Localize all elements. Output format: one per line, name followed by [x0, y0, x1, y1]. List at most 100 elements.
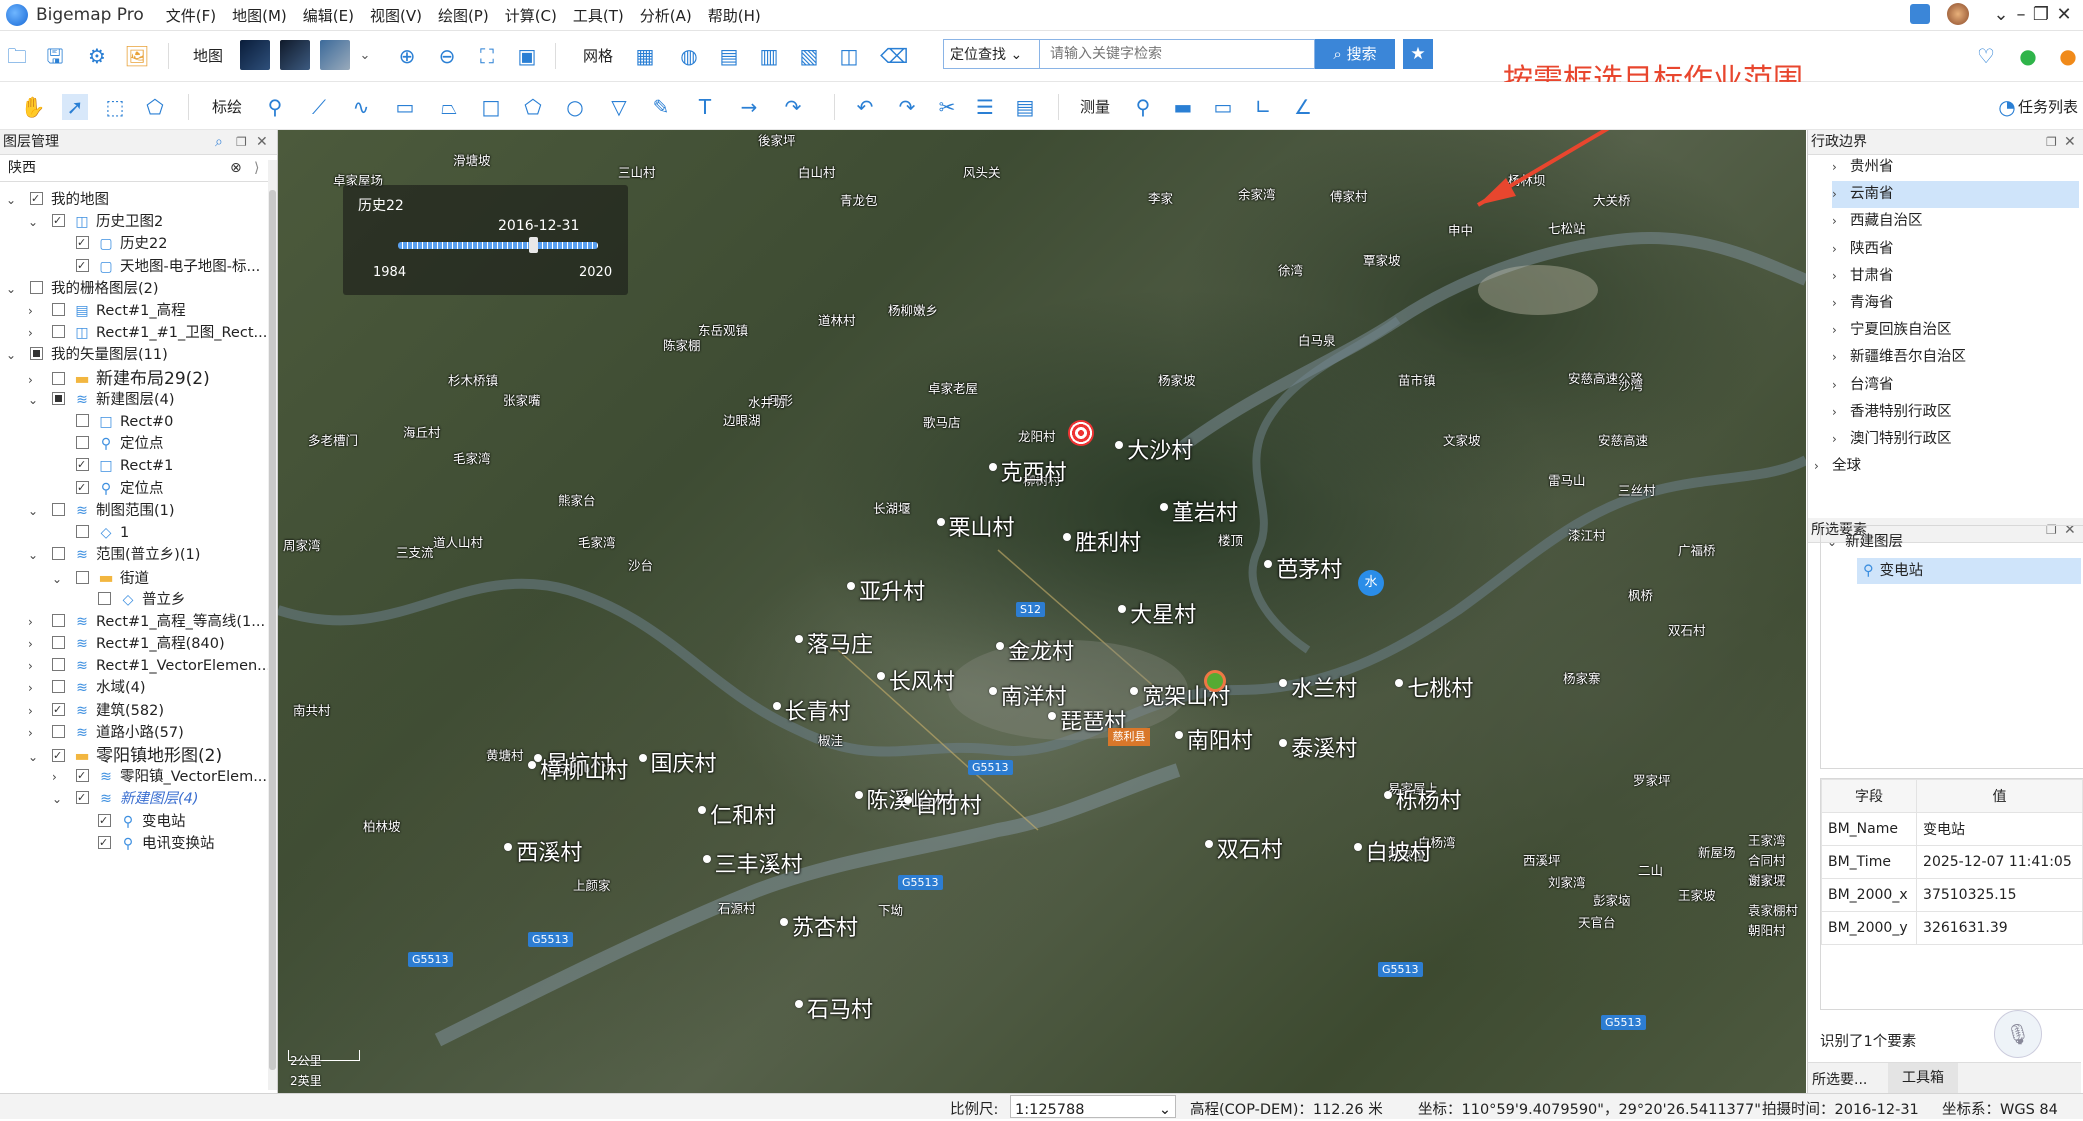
layer-icon[interactable]: ◫ — [836, 43, 862, 69]
scissors-icon[interactable]: ✂ — [934, 94, 960, 120]
selection-group[interactable]: ⌄ 新建图层 — [1827, 530, 1903, 551]
measure-area-icon[interactable]: ▭ — [1210, 94, 1236, 120]
menu-view[interactable]: 视图(V) — [370, 5, 422, 26]
collapse-icon[interactable]: ⟩ — [254, 154, 259, 182]
square-icon[interactable]: □ — [478, 94, 504, 120]
map-thumb-3[interactable] — [320, 40, 350, 70]
village-point[interactable] — [876, 671, 885, 680]
layer-checkbox[interactable] — [52, 547, 65, 561]
layer-checkbox[interactable] — [52, 613, 65, 627]
save-icon[interactable]: 🖫 — [42, 43, 68, 69]
layer-checkbox[interactable] — [76, 473, 89, 502]
task-list-icon[interactable]: ◔ — [1994, 94, 2020, 120]
village-point[interactable] — [794, 634, 803, 643]
list-icon[interactable]: ☰ — [972, 94, 998, 120]
layer-checkbox[interactable] — [76, 251, 89, 280]
province-item[interactable]: › 贵州省 — [1832, 154, 2079, 181]
layer-checkbox[interactable] — [76, 761, 89, 790]
locate-select[interactable]: 定位查找 ⌄ — [943, 39, 1040, 69]
province-item[interactable]: › 西藏自治区 — [1832, 208, 2079, 235]
curved-arrow-icon[interactable]: ↷ — [780, 94, 806, 120]
panel-close-icon[interactable]: ✕ — [2064, 130, 2076, 154]
polygon-icon[interactable]: ⬠ — [520, 94, 546, 120]
province-item[interactable]: › 云南省 — [1832, 181, 2079, 209]
layer-checkbox[interactable] — [76, 571, 89, 585]
image-icon[interactable]: 🖼 — [124, 43, 150, 69]
province-item[interactable]: › 台湾省 — [1832, 372, 2079, 399]
village-point[interactable] — [638, 753, 647, 762]
layer-checkbox[interactable] — [76, 414, 89, 427]
chevron-right-icon[interactable]: › — [1832, 426, 1850, 453]
layer-checkbox[interactable] — [52, 724, 65, 738]
select-poly-icon[interactable]: ⬠ — [142, 94, 168, 120]
edit-line-icon[interactable]: ✎ — [648, 94, 674, 120]
village-point[interactable] — [1204, 840, 1213, 849]
tab-selection[interactable]: 所选要... — [1812, 1069, 1867, 1089]
chevron-right-icon[interactable]: › — [1814, 453, 1832, 480]
measure-pin-icon[interactable]: ⚲ — [1130, 94, 1156, 120]
province-item[interactable]: › 宁夏回族自治区 — [1832, 317, 2079, 344]
village-point[interactable] — [780, 917, 789, 926]
village-point[interactable] — [988, 686, 997, 695]
history-slider-panel[interactable]: 历史22 2016-12-31 1984 2020 — [343, 185, 628, 295]
history-timeline-thumb[interactable] — [529, 237, 538, 253]
map-thumb-1[interactable] — [240, 40, 270, 70]
chevron-right-icon[interactable]: › — [1832, 372, 1850, 399]
search-button[interactable]: ⌕ 搜索 — [1315, 39, 1395, 69]
heart-icon[interactable]: ♡ — [1973, 43, 1999, 69]
grid-utm-icon[interactable]: ▤ — [716, 43, 742, 69]
chevron-down-icon[interactable]: ⌄ — [6, 186, 20, 215]
layer-checkbox[interactable] — [52, 391, 65, 405]
chevron-down-icon[interactable]: ⌄ — [352, 43, 378, 69]
sector-icon[interactable]: ▽ — [606, 94, 632, 120]
full-extent-icon[interactable]: ⛶ — [474, 43, 500, 69]
tab-toolbox[interactable]: 工具箱 — [1888, 1063, 1958, 1093]
layer-filter-input[interactable]: 陕西 ⊗ ⟩ — [0, 154, 270, 182]
layer-checkbox[interactable] — [98, 591, 111, 605]
layer-checkbox[interactable] — [52, 371, 65, 385]
layer-checkbox[interactable] — [52, 680, 65, 694]
menu-analysis[interactable]: 分析(A) — [640, 5, 692, 26]
close-icon[interactable]: ✕ — [2043, 0, 2083, 30]
measure-label[interactable]: 测量 — [1080, 96, 1110, 117]
province-item[interactable]: › 香港特别行政区 — [1832, 399, 2079, 426]
zoom-in-icon[interactable]: ⊕ — [394, 43, 420, 69]
menu-edit[interactable]: 编辑(E) — [303, 5, 354, 26]
layer-checkbox[interactable] — [52, 636, 65, 649]
fit-view-icon[interactable]: ▣ — [514, 43, 540, 69]
village-point[interactable] — [903, 795, 912, 804]
line-icon[interactable]: ⟋ — [306, 94, 332, 120]
curve-icon[interactable]: ∿ — [348, 94, 374, 120]
chevron-right-icon[interactable]: › — [1832, 236, 1850, 263]
taobao-icon[interactable]: ● — [2055, 43, 2081, 69]
menu-calc[interactable]: 计算(C) — [505, 5, 557, 26]
grid-other-icon[interactable]: ▧ — [796, 43, 822, 69]
layer-tree-item[interactable]: ⚲ 电讯变换站 — [74, 828, 215, 859]
point-icon[interactable]: ⚲ — [262, 94, 288, 120]
float-icon[interactable]: ❐ — [2046, 130, 2057, 154]
layer-checkbox[interactable] — [52, 502, 65, 516]
measure-height-icon[interactable]: ∟ — [1250, 94, 1276, 120]
village-point[interactable] — [1383, 791, 1392, 800]
grid-mgrs-icon[interactable]: ▥ — [756, 43, 782, 69]
search-input[interactable] — [1040, 39, 1315, 69]
province-item[interactable]: › 澳门特别行政区 — [1832, 426, 2079, 453]
open-folder-icon[interactable]: 🗀 — [4, 43, 30, 69]
measure-angle-icon[interactable]: ∠ — [1290, 94, 1316, 120]
chevron-right-icon[interactable]: › — [1832, 154, 1850, 181]
chevron-down-icon[interactable]: ⌄ — [28, 497, 42, 526]
chevron-right-icon[interactable]: › — [1832, 290, 1850, 317]
province-item[interactable]: › 青海省 — [1832, 290, 2079, 317]
map-label[interactable]: 地图 — [193, 45, 223, 66]
select-box-icon[interactable]: ⬚ — [102, 94, 128, 120]
target-marker-icon[interactable] — [1068, 420, 1094, 446]
arrow-icon[interactable]: → — [736, 94, 762, 120]
wechat-icon[interactable]: ● — [2015, 43, 2041, 69]
grid-icon[interactable]: ▦ — [632, 43, 658, 69]
float-icon[interactable]: ❐ — [236, 130, 247, 154]
chevron-right-icon[interactable]: › — [1832, 344, 1850, 371]
layer-checkbox[interactable] — [76, 783, 89, 812]
crs-readout[interactable]: 坐标系：WGS 84 — [1942, 1098, 2058, 1119]
layer-checkbox[interactable] — [30, 347, 43, 361]
polygon-free-icon[interactable]: ⏢ — [436, 94, 462, 120]
